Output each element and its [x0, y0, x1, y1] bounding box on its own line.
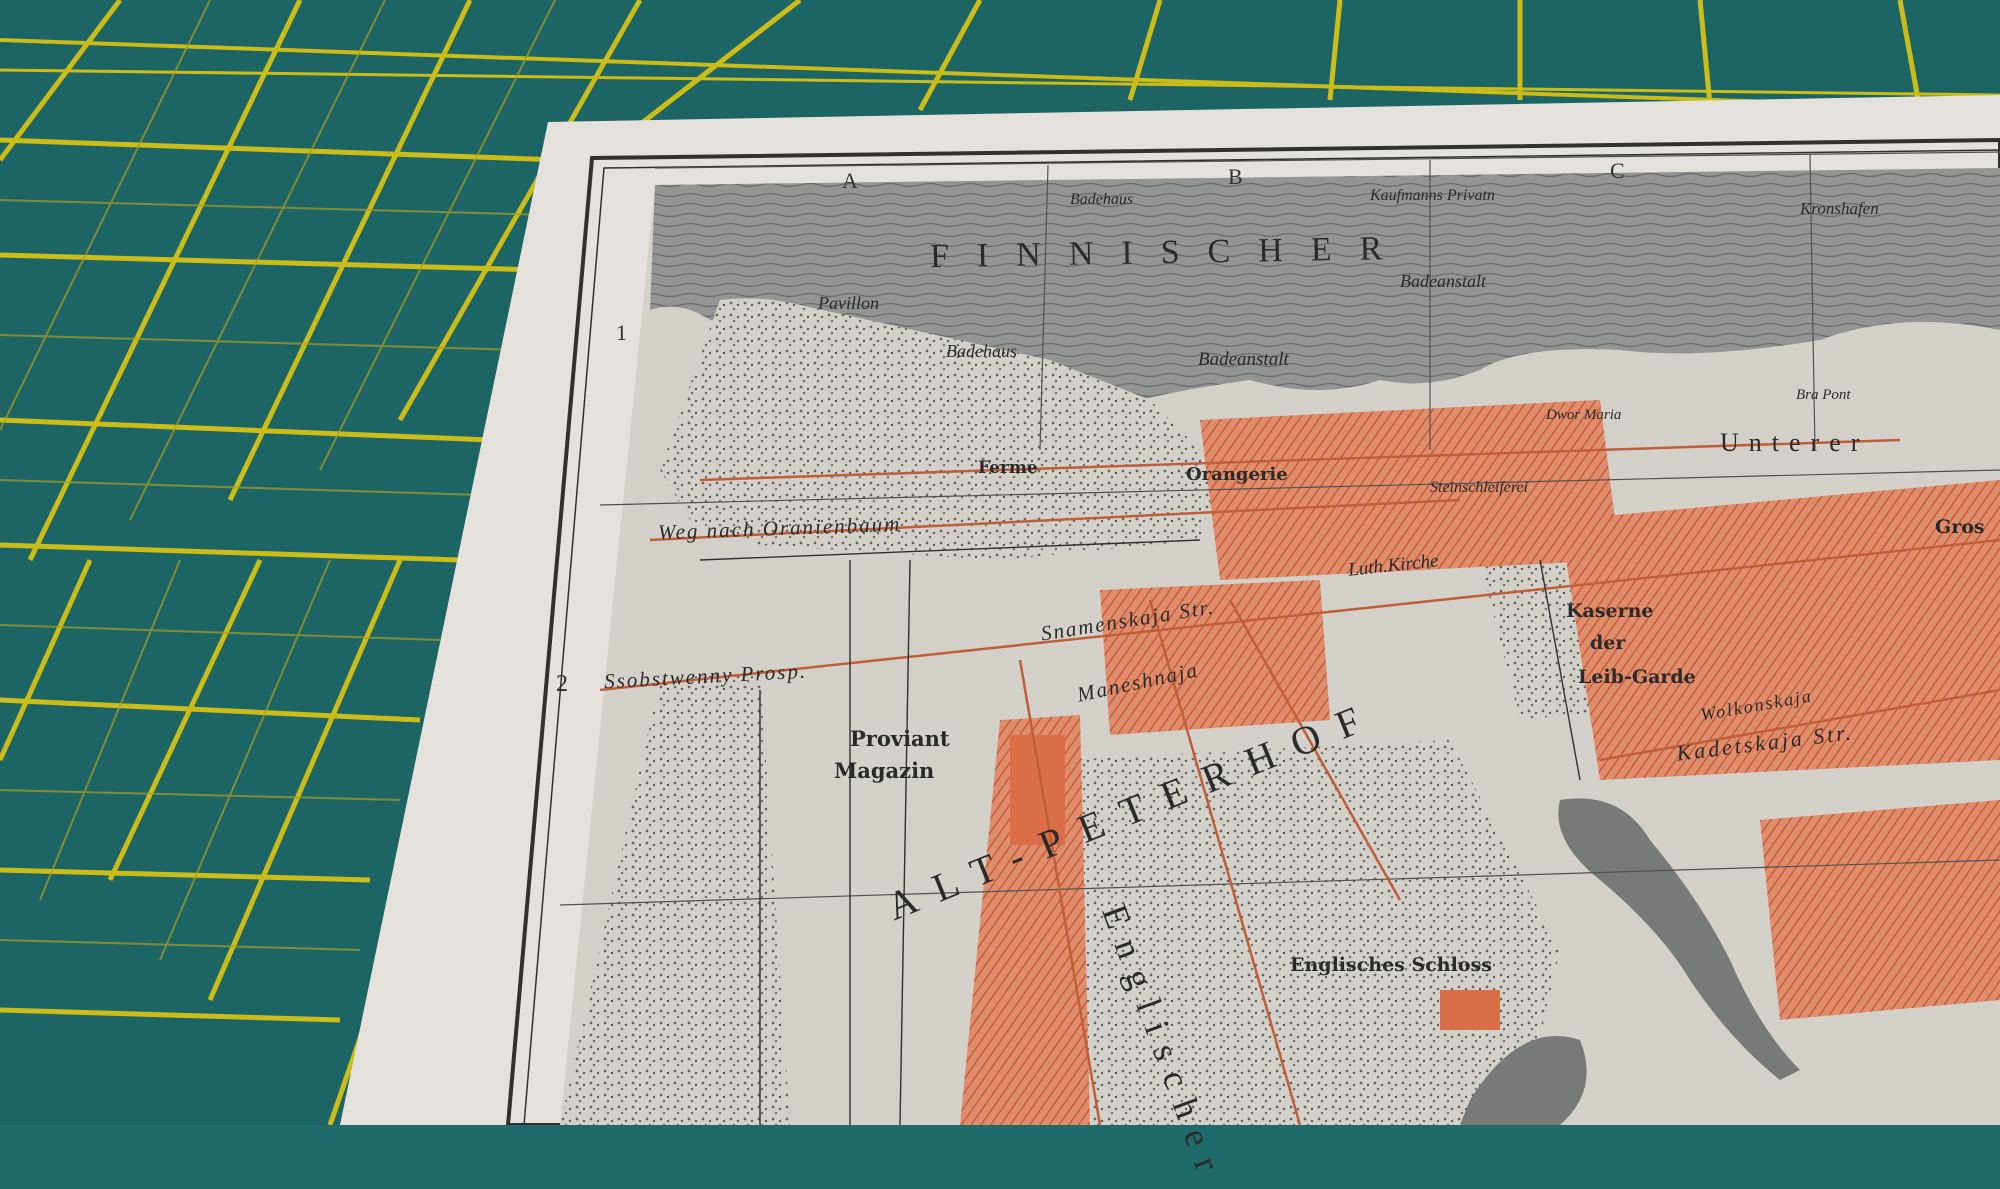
photo-vignette: [0, 0, 2000, 1125]
label-proviant-2: Magazin: [834, 758, 935, 783]
label-kronshafen: Kronshafen: [1800, 199, 1879, 218]
grid-column-a: A: [842, 168, 858, 193]
photo-scene: [0, 0, 2000, 1125]
label-dwor-maria: Dwor Maria: [1546, 407, 1622, 423]
grid-row-2: 2: [556, 671, 568, 697]
label-kaserne-1: Kaserne: [1566, 600, 1654, 622]
label-kaserne-3: Leib-Garde: [1578, 666, 1696, 688]
label-steinschleiferei: Steinschleiferei: [1430, 479, 1529, 496]
label-badeanstalt-1: Badeanstalt: [1198, 349, 1289, 370]
label-proviant-1: Proviant: [850, 726, 950, 751]
label-kaufmannshaus: Kaufmanns Privatn: [1370, 187, 1495, 204]
label-unterer: Unterer: [1720, 428, 1870, 457]
label-kaserne-2: der: [1590, 632, 1626, 654]
label-englisches-schloss: Englisches Schloss: [1290, 954, 1492, 976]
label-pavillon: Pavillon: [818, 293, 879, 313]
sea-label: FINNISCHER: [929, 229, 1411, 276]
label-orangerie: Orangerie: [1186, 464, 1288, 485]
label-badeanstalt-2: Badeanstalt: [1400, 271, 1486, 291]
label-bra-pont: Bra Pont: [1796, 387, 1851, 403]
grid-column-b: B: [1228, 164, 1243, 189]
label-badehaus-2: Badehaus: [1070, 191, 1134, 208]
label-ferme: Ferme: [978, 458, 1038, 478]
grid-column-c: C: [1610, 158, 1625, 183]
label-badehaus-1: Badehaus: [946, 341, 1017, 361]
label-gros: Gros: [1935, 516, 1985, 538]
grid-row-1: 1: [616, 320, 627, 345]
